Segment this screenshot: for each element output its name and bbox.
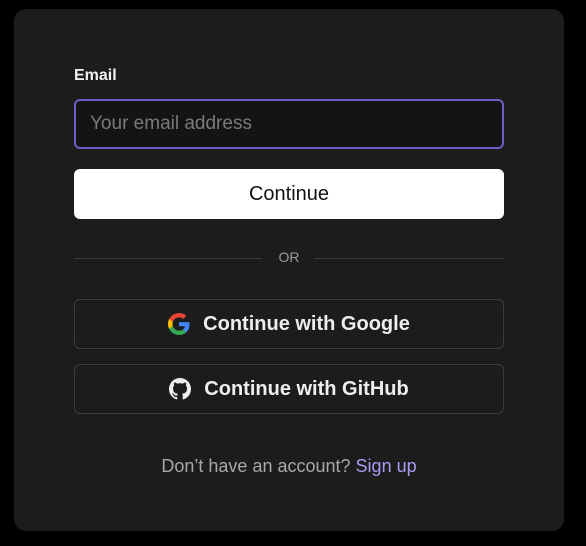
continue-button[interactable]: Continue	[74, 169, 504, 219]
continue-with-google-button[interactable]: Continue with Google	[74, 299, 504, 349]
google-button-label: Continue with Google	[203, 312, 410, 335]
no-account-text: Don’t have an account?	[161, 456, 351, 476]
or-divider: OR	[74, 248, 504, 268]
email-input[interactable]	[74, 99, 504, 149]
sign-up-link[interactable]: Sign up	[356, 456, 417, 476]
email-label: Email	[74, 67, 117, 84]
google-logo-icon	[168, 313, 190, 335]
signup-prompt: Don’t have an account? Sign up	[14, 456, 564, 477]
divider-line-right	[314, 258, 504, 259]
login-card: Email Continue OR Continue with Google C…	[14, 9, 564, 531]
divider-text: OR	[278, 249, 300, 265]
github-button-label: Continue with GitHub	[204, 377, 409, 400]
github-logo-icon	[169, 378, 192, 400]
continue-with-github-button[interactable]: Continue with GitHub	[74, 364, 504, 414]
